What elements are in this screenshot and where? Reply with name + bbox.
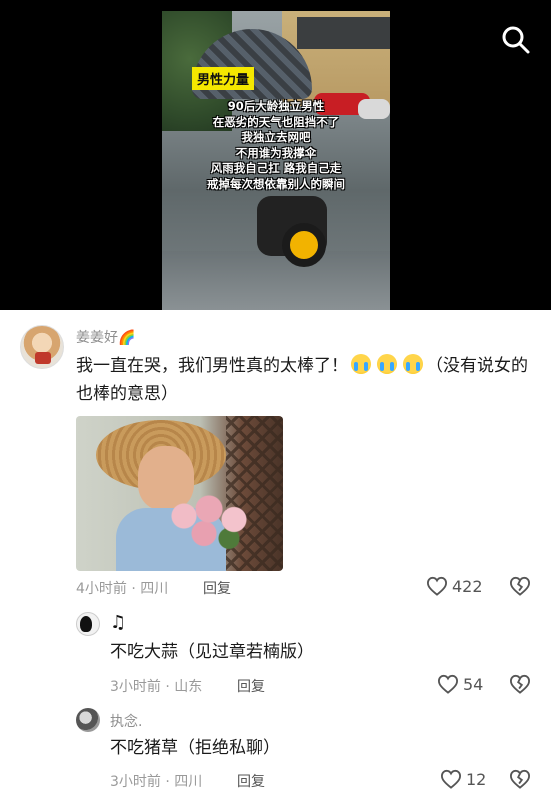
heart-outline-icon	[440, 769, 462, 789]
video-scene-ground	[162, 251, 390, 310]
heart-outline-icon	[437, 674, 459, 694]
video-player[interactable]: 男性力量 90后大龄独立男性 在恶劣的天气也阻挡不了 我独立去网吧 不用谁为我撑…	[0, 0, 551, 310]
video-caption: 90后大龄独立男性 在恶劣的天气也阻挡不了 我独立去网吧 不用谁为我撑伞 风雨我…	[162, 99, 390, 192]
broken-heart-icon	[509, 576, 531, 596]
comment-username[interactable]: 姜姜好🌈	[76, 327, 135, 347]
like-button[interactable]: 54	[437, 674, 483, 694]
video-caption-line: 在恶劣的天气也阻挡不了	[212, 114, 340, 129]
reply-button[interactable]: 回复	[237, 676, 265, 696]
heart-outline-icon	[426, 576, 448, 596]
reply-button[interactable]: 回复	[237, 771, 265, 791]
reply-time-location: 3小时前 · 山东	[110, 679, 203, 695]
video-caption-line: 风雨我自己扛 路我自己走	[210, 161, 342, 175]
dislike-button[interactable]	[509, 674, 531, 696]
dislike-button[interactable]	[509, 769, 531, 791]
like-button[interactable]: 422	[426, 576, 483, 596]
like-count: 422	[452, 576, 483, 596]
dislike-button[interactable]	[509, 576, 531, 598]
comment-text: 我一直在哭，我们男性真的太棒了！ （没有说女的也棒的意思）	[76, 352, 536, 408]
reply-button[interactable]: 回复	[203, 578, 231, 598]
loudly-crying-face-icon	[351, 354, 371, 374]
comment-image[interactable]	[76, 416, 283, 571]
comment-time-location: 4小时前 · 四川	[76, 581, 169, 597]
video-caption-line: 90后大龄独立男性	[227, 99, 325, 113]
video-scene-shopfront	[297, 17, 390, 49]
reply-username[interactable]: ♫	[110, 612, 126, 633]
video-thumbnail[interactable]: 男性力量 90后大龄独立男性 在恶劣的天气也阻挡不了 我独立去网吧 不用谁为我撑…	[162, 11, 390, 310]
search-icon	[502, 26, 530, 54]
broken-heart-icon	[509, 674, 531, 694]
loudly-crying-face-icon	[403, 354, 423, 374]
like-count: 12	[466, 769, 487, 789]
video-scene-wheel	[282, 223, 326, 267]
broken-heart-icon	[509, 769, 531, 789]
avatar[interactable]	[20, 325, 64, 369]
like-count: 54	[463, 674, 484, 694]
avatar[interactable]	[76, 612, 100, 636]
reply-time-location: 3小时前 · 四川	[110, 774, 203, 790]
video-caption-line: 戒掉每次想依靠别人的瞬间	[207, 176, 345, 191]
image-roses	[164, 488, 264, 558]
reply-text: 不吃大蒜（见过章若楠版）	[110, 642, 314, 662]
video-caption-tag: 男性力量	[192, 67, 255, 90]
video-caption-line: 我独立去网吧	[241, 130, 311, 144]
reply-text: 不吃猪草（拒绝私聊）	[110, 738, 280, 758]
search-button[interactable]	[500, 24, 532, 56]
avatar[interactable]	[76, 708, 100, 732]
reply-username[interactable]: 执念.	[110, 711, 142, 731]
video-caption-line: 不用谁为我撑伞	[235, 145, 317, 160]
comment-text-part: 我一直在哭，我们男性真的太棒了！	[76, 356, 348, 376]
loudly-crying-face-icon	[377, 354, 397, 374]
like-button[interactable]: 12	[440, 769, 486, 789]
